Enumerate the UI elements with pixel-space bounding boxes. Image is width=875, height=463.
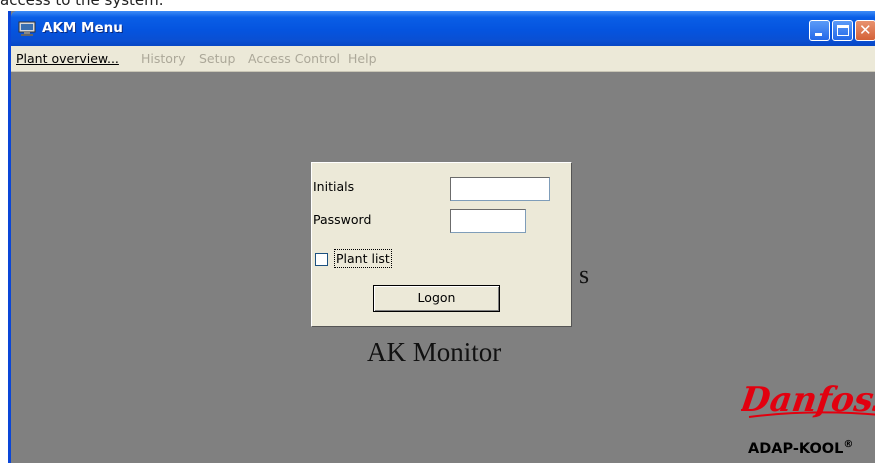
initials-input[interactable] [450, 177, 550, 201]
adap-kool-text: ADAP-KOOL [748, 441, 844, 457]
minimize-button[interactable] [809, 20, 830, 41]
minimize-icon [815, 33, 822, 36]
logon-button[interactable]: Logon [373, 285, 500, 312]
computer-icon [18, 21, 36, 36]
adap-kool-logo: ADAP-KOOL® [748, 439, 853, 457]
menu-plant-overview-label: Plant overview... [16, 51, 119, 66]
menu-access-control[interactable]: Access Control [248, 51, 340, 66]
trademark-symbol: ® [843, 439, 854, 450]
close-icon: ✕ [859, 21, 872, 39]
menu-bar: Plant overview... History Setup Access C… [11, 46, 875, 72]
close-button[interactable]: ✕ [855, 20, 875, 41]
title-bar[interactable]: AKM Menu ✕ [11, 11, 875, 46]
maximize-button[interactable] [832, 20, 853, 41]
initials-label: Initials [313, 179, 355, 194]
login-dialog: Initials Password Plant list Logon [311, 162, 572, 327]
app-name-text: AK Monitor [367, 337, 502, 367]
password-input[interactable] [450, 209, 526, 233]
plant-list-checkbox[interactable] [315, 253, 328, 266]
akm-menu-window: AKM Menu ✕ Plant overview... History Set… [8, 11, 875, 463]
page-caption: access to the system. [0, 0, 164, 9]
danfoss-logo: Danfoss [741, 380, 875, 420]
window-title: AKM Menu [42, 20, 123, 36]
maximize-icon [837, 25, 849, 36]
password-label: Password [313, 212, 372, 227]
menu-plant-overview[interactable]: Plant overview... [16, 51, 119, 66]
plant-list-label[interactable]: Plant list [334, 249, 392, 268]
background-partial-text: s [579, 260, 590, 289]
menu-history[interactable]: History [141, 51, 185, 66]
menu-setup[interactable]: Setup [199, 51, 235, 66]
menu-help[interactable]: Help [348, 51, 377, 66]
